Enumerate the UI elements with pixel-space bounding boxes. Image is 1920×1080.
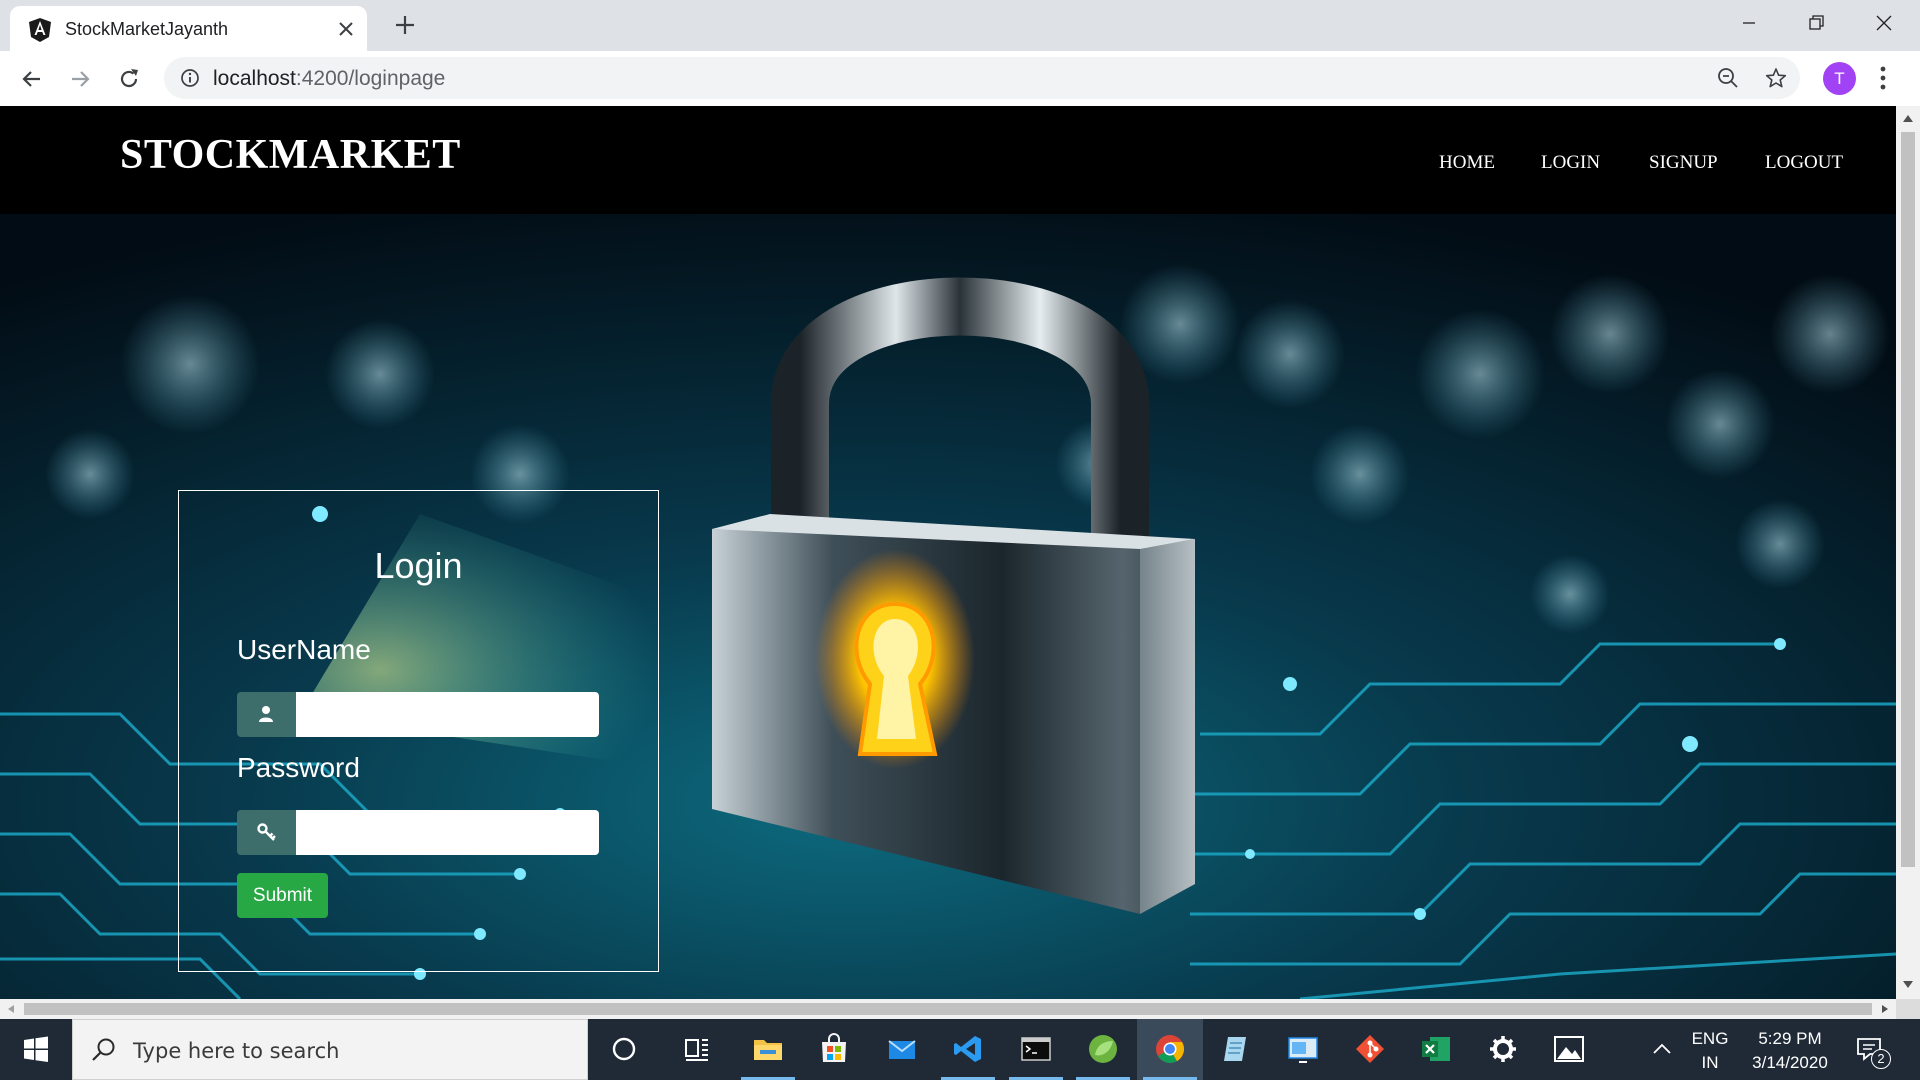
search-icon	[92, 1038, 115, 1061]
browser-menu-icon[interactable]	[1879, 65, 1887, 91]
terminal-icon	[1021, 1037, 1051, 1061]
git-button[interactable]	[1337, 1019, 1403, 1080]
notification-count-badge: 2	[1871, 1049, 1891, 1069]
username-input-group	[237, 692, 599, 737]
scroll-up-arrow-icon[interactable]	[1902, 114, 1914, 124]
window-restore-icon[interactable]	[1801, 8, 1831, 38]
angular-favicon-icon	[29, 18, 51, 42]
zoom-icon[interactable]	[1717, 67, 1739, 89]
window-minimize-icon[interactable]	[1734, 8, 1764, 38]
language-region: IN	[1701, 1053, 1719, 1072]
mail-button[interactable]	[869, 1019, 935, 1080]
settings-gear-icon	[1490, 1036, 1516, 1062]
nav-link-signup[interactable]: SIGNUP	[1649, 152, 1718, 174]
bookmark-star-icon[interactable]	[1765, 67, 1787, 89]
taskbar-search-box[interactable]: Type here to search	[72, 1019, 588, 1080]
tray-chevron-up-icon[interactable]	[1651, 1041, 1673, 1057]
terminal-button[interactable]	[1003, 1019, 1069, 1080]
settings-button[interactable]	[1470, 1019, 1536, 1080]
page-viewport: STOCKMARKET HOME LOGIN SIGNUP LOGOUT Log…	[0, 106, 1896, 999]
input-language[interactable]: ENG IN	[1688, 1027, 1732, 1075]
site-info-icon[interactable]	[180, 68, 200, 88]
new-tab-icon[interactable]	[393, 13, 417, 37]
file-explorer-icon	[754, 1040, 782, 1060]
cortana-icon	[612, 1037, 636, 1061]
notepad-icon	[1224, 1037, 1246, 1061]
excel-button[interactable]	[1403, 1019, 1469, 1080]
username-input[interactable]	[296, 692, 599, 737]
nav-link-logout[interactable]: LOGOUT	[1765, 152, 1843, 174]
photos-button[interactable]	[1536, 1019, 1602, 1080]
user-icon	[259, 706, 273, 722]
password-input[interactable]	[296, 810, 599, 855]
chrome-icon	[1156, 1035, 1184, 1063]
windows-taskbar: Type here to search ENG IN 5:29 PM 3/14/…	[0, 1019, 1920, 1080]
excel-icon	[1422, 1037, 1450, 1061]
store-icon	[822, 1033, 846, 1062]
browser-tab-strip: StockMarketJayanth	[0, 0, 1920, 51]
window-close-icon[interactable]	[1869, 8, 1899, 38]
vertical-scrollbar[interactable]	[1896, 106, 1920, 999]
password-input-group	[237, 810, 599, 855]
git-icon	[1356, 1035, 1384, 1063]
nav-link-home[interactable]: HOME	[1439, 152, 1495, 174]
password-addon	[237, 810, 296, 855]
clock-date: 3/14/2020	[1752, 1053, 1828, 1072]
task-view-button[interactable]	[664, 1019, 730, 1080]
tab-close-icon[interactable]	[336, 19, 356, 39]
photos-icon	[1554, 1036, 1584, 1062]
notepad-button[interactable]	[1203, 1019, 1269, 1080]
cortana-button[interactable]	[591, 1019, 657, 1080]
spring-tool-suite-button[interactable]	[1070, 1019, 1136, 1080]
remote-desktop-button[interactable]	[1270, 1019, 1336, 1080]
scroll-down-arrow-icon[interactable]	[1902, 979, 1914, 989]
site-brand[interactable]: STOCKMARKET	[120, 131, 461, 179]
login-form: Login UserName Password Submit	[178, 490, 659, 972]
username-label: UserName	[237, 634, 371, 665]
task-view-icon	[685, 1039, 708, 1061]
chrome-button[interactable]	[1137, 1019, 1203, 1080]
remote-desktop-icon	[1288, 1037, 1318, 1063]
vscode-button[interactable]	[935, 1019, 1001, 1080]
search-placeholder: Type here to search	[133, 1039, 340, 1063]
windows-logo-icon	[24, 1036, 48, 1062]
mail-icon	[888, 1040, 916, 1059]
vertical-scroll-thumb[interactable]	[1901, 132, 1915, 867]
submit-button[interactable]: Submit	[237, 873, 328, 918]
store-button[interactable]	[801, 1019, 867, 1080]
url-path: :4200/loginpage	[295, 67, 446, 90]
scroll-right-arrow-icon[interactable]	[1880, 1004, 1890, 1014]
key-icon	[257, 823, 276, 841]
login-title: Login	[374, 545, 463, 586]
profile-avatar[interactable]: T	[1823, 62, 1856, 95]
clock-time: 5:29 PM	[1758, 1029, 1822, 1048]
vscode-icon	[954, 1036, 981, 1062]
forward-arrow-icon[interactable]	[66, 65, 94, 93]
url-text[interactable]: localhost:4200/loginpage	[213, 67, 445, 91]
nav-link-login[interactable]: LOGIN	[1541, 152, 1600, 174]
start-button[interactable]	[0, 1019, 72, 1080]
browser-tab[interactable]: StockMarketJayanth	[10, 6, 367, 51]
scroll-left-arrow-icon[interactable]	[6, 1004, 16, 1014]
horizontal-scroll-thumb[interactable]	[24, 1003, 1872, 1015]
hero-background: Login UserName Password Submit	[0, 214, 1896, 999]
password-label: Password	[237, 752, 360, 783]
url-host: localhost	[213, 67, 296, 90]
language-code: ENG	[1691, 1029, 1729, 1048]
back-arrow-icon[interactable]	[18, 65, 46, 93]
browser-toolbar: localhost:4200/loginpage T	[0, 51, 1920, 106]
reload-icon[interactable]	[115, 65, 143, 93]
file-explorer-button[interactable]	[735, 1019, 801, 1080]
horizontal-scrollbar[interactable]	[0, 999, 1896, 1019]
spring-tool-suite-icon	[1089, 1035, 1117, 1063]
scrollbar-corner	[1896, 999, 1920, 1019]
site-navbar: STOCKMARKET HOME LOGIN SIGNUP LOGOUT	[0, 106, 1896, 214]
address-bar[interactable]: localhost:4200/loginpage	[164, 57, 1800, 99]
tab-title: StockMarketJayanth	[65, 19, 229, 39]
taskbar-clock[interactable]: 5:29 PM 3/14/2020	[1740, 1027, 1840, 1075]
username-addon	[237, 692, 296, 737]
